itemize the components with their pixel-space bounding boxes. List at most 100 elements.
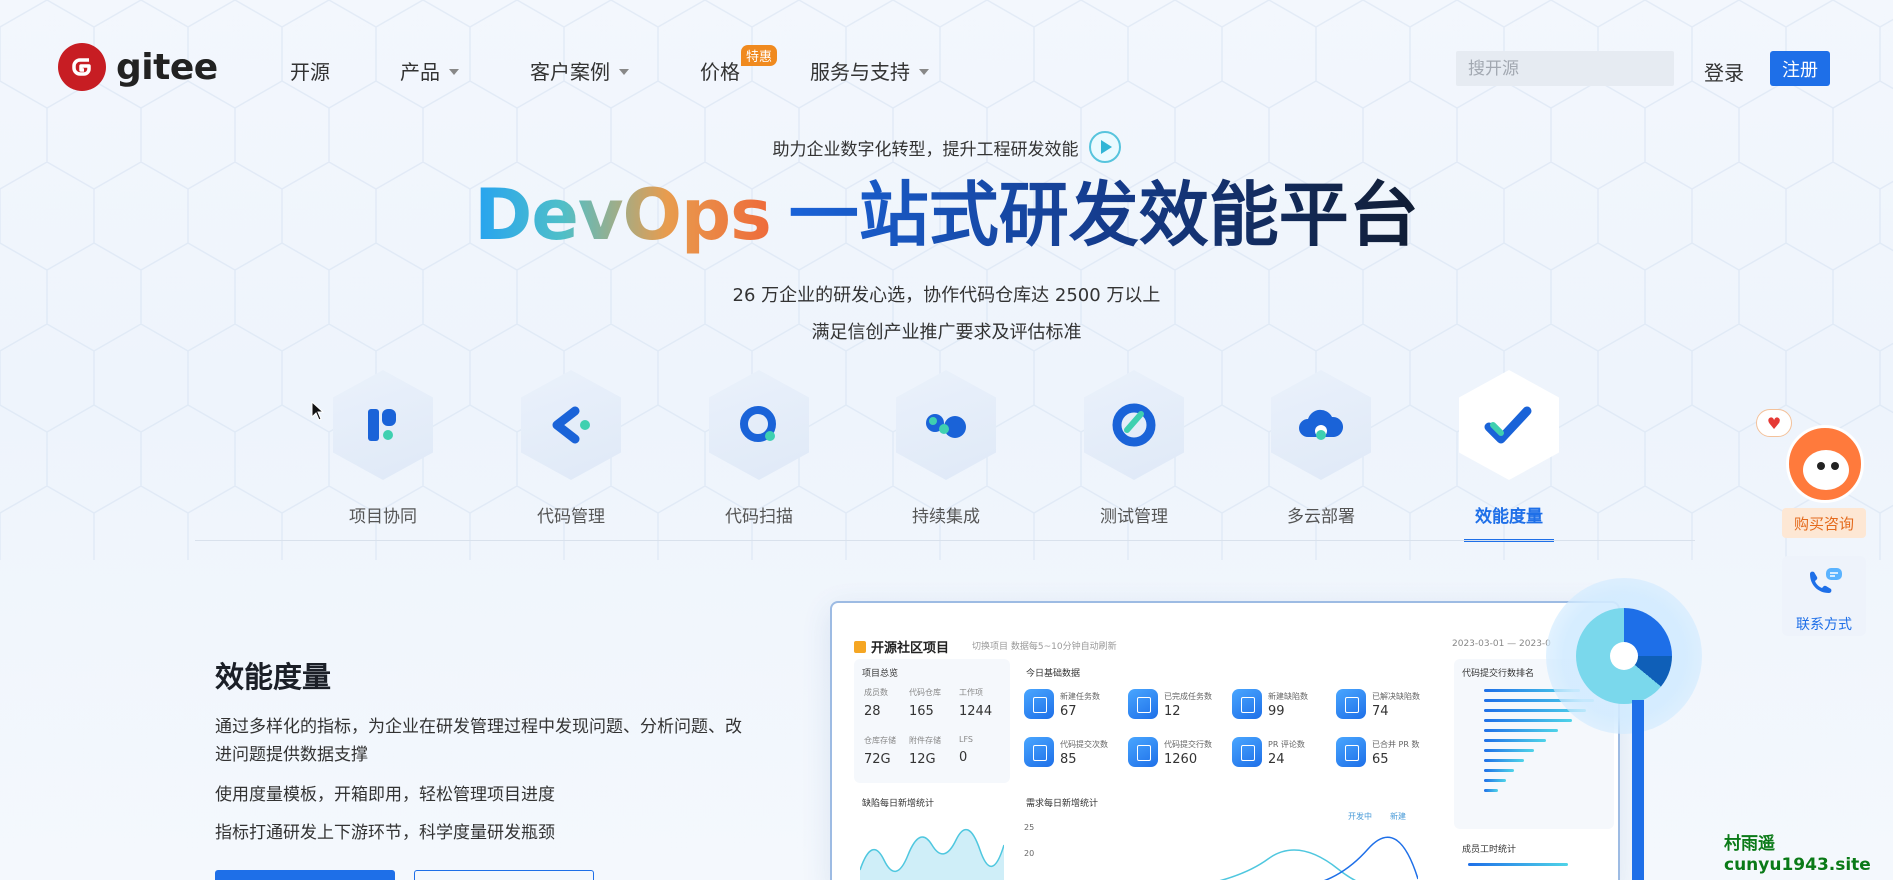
overview-stat: LFS 0: [959, 735, 973, 765]
today-data-panel: 今日基础数据 新建任务数 67 已完成任务数 12 新建缺陷数 99 已解决缺陷…: [1018, 659, 1426, 783]
pie-chart: [1576, 608, 1672, 704]
feature-title: 效能度量: [215, 660, 332, 694]
stat-label: 代码提交行数: [1164, 740, 1212, 749]
project-collab-icon: [333, 370, 433, 480]
hero-headline: DevOps 一站式研发效能平台: [0, 170, 1893, 260]
stat-value: 1260: [1164, 752, 1198, 767]
stat-icon: [1232, 689, 1262, 719]
nav-item-open-source[interactable]: 开源: [290, 56, 330, 85]
chevron-down-icon: [449, 68, 459, 75]
top-navigation: gitee 开源 产品 客户案例 价格 特惠 服务与支持 登录 注册: [0, 0, 1893, 140]
search-input[interactable]: [1456, 51, 1674, 86]
rank-bar: [1484, 729, 1558, 732]
secondary-cta-button[interactable]: [414, 870, 594, 880]
contact-widget[interactable]: 联系方式: [1782, 556, 1866, 636]
demand-chart-title: 需求每日新增统计: [1026, 799, 1099, 809]
tab-label: 测试管理: [1100, 507, 1168, 527]
feature-description: 通过多样化的指标，为企业在研发管理过程中发现问题、分析问题、改进问题提供数据支撑: [215, 717, 742, 765]
tab-code-management[interactable]: 代码管理: [496, 370, 646, 542]
overview-title: 项目总览: [862, 669, 899, 679]
consult-label[interactable]: 购买咨询: [1782, 508, 1866, 538]
rank-title: 代码提交行数排名: [1462, 669, 1535, 679]
stat-label: 已合并 PR 数: [1372, 740, 1420, 749]
legend-item: 新建: [1390, 812, 1406, 821]
nav-label: 价格: [700, 60, 740, 84]
chevron-down-icon: [619, 68, 629, 75]
play-video-icon[interactable]: [1088, 131, 1121, 163]
rank-bar: [1484, 759, 1524, 762]
phone-chat-icon: [1810, 568, 1842, 593]
rank-bar: [1484, 749, 1534, 752]
hero-subtitle-line1: 26 万企业的研发心选，协作代码仓库达 2500 万以上: [732, 285, 1161, 306]
nav-item-service-support[interactable]: 服务与支持: [810, 56, 929, 85]
stat-value: 65: [1372, 752, 1389, 767]
nav-item-pricing[interactable]: 价格 特惠: [700, 45, 778, 85]
tab-label: 项目协同: [349, 507, 417, 527]
stat-value: 24: [1268, 752, 1285, 767]
dashboard-date-range: 2023-03-01 — 2023-0: [1452, 639, 1551, 649]
overview-stat: 附件存储 12G: [909, 736, 941, 767]
stat-icon: [1128, 737, 1158, 767]
nav-item-customer-cases[interactable]: 客户案例: [530, 56, 629, 85]
watermark: 村雨遥 cunyu1943.site: [1724, 834, 1871, 876]
tab-efficiency-metrics[interactable]: 效能度量: [1434, 370, 1584, 542]
tab-label: 持续集成: [912, 507, 980, 527]
member-chart-title: 成员工时统计: [1462, 845, 1517, 855]
stat-value: 67: [1060, 704, 1077, 719]
bug-daily-chart: 缺陷每日新增统计: [854, 789, 1010, 880]
stat-icon: [1024, 689, 1054, 719]
stat-value: 85: [1060, 752, 1077, 767]
tab-continuous-integration[interactable]: 持续集成: [871, 370, 1021, 542]
primary-cta-button[interactable]: [215, 870, 395, 880]
stat-label: 新建任务数: [1060, 692, 1100, 701]
tab-multi-cloud[interactable]: 多云部署: [1246, 370, 1396, 542]
test-management-icon: [1084, 370, 1184, 480]
tagline-text: 助力企业数字化转型，提升工程研发效能: [772, 139, 1079, 160]
overview-stat: 成员数 28: [864, 688, 888, 719]
y-tick: 20: [1024, 849, 1035, 858]
login-link[interactable]: 登录: [1704, 57, 1744, 86]
promo-badge: 特惠: [741, 45, 778, 66]
hero-tagline: 助力企业数字化转型，提升工程研发效能: [0, 131, 1893, 163]
logo-text: gitee: [116, 46, 218, 88]
code-management-icon: [521, 370, 621, 480]
tab-test-management[interactable]: 测试管理: [1059, 370, 1209, 542]
chevron-down-icon: [919, 68, 929, 75]
stat-label: 代码提交次数: [1060, 740, 1108, 749]
watermark-line1: 村雨遥: [1724, 834, 1775, 854]
tab-label: 代码管理: [537, 507, 605, 527]
stat-icon: [1336, 689, 1366, 719]
feature-point-2: 指标打通研发上下游环节，科学度量研发瓶颈: [215, 823, 555, 843]
nav-item-products[interactable]: 产品: [400, 56, 459, 85]
y-tick: 25: [1024, 823, 1035, 832]
project-title-text: 开源社区项目: [871, 641, 950, 656]
tab-code-scan[interactable]: 代码扫描: [684, 370, 834, 542]
rank-bar: [1484, 789, 1498, 792]
stat-icon: [1024, 737, 1054, 767]
stat-value: 12: [1164, 704, 1181, 719]
multi-cloud-icon: [1271, 370, 1371, 480]
register-button[interactable]: 注册: [1770, 51, 1830, 86]
overview-stat: 代码仓库 165: [909, 688, 941, 719]
tab-label: 效能度量: [1475, 507, 1543, 527]
rank-bar: [1484, 739, 1546, 742]
nav-label: 开源: [290, 60, 330, 84]
bug-area-chart: [860, 828, 1004, 880]
efficiency-metrics-icon: [1459, 370, 1559, 480]
tab-project-collab[interactable]: 项目协同: [308, 370, 458, 542]
project-icon: [854, 640, 866, 653]
rank-bar: [1468, 863, 1568, 866]
stat-icon: [1232, 737, 1262, 767]
mascot-avatar: [1786, 425, 1864, 503]
rank-bar: [1484, 769, 1514, 772]
headline-text: 一站式研发效能平台: [788, 174, 1419, 256]
nav-label: 服务与支持: [810, 60, 910, 84]
dashboard-project-title: 开源社区项目: [854, 637, 949, 656]
dashboard-toolbar-text: 切换项目 数据每5~10分钟自动刷新: [972, 642, 1117, 652]
stat-label: 已完成任务数: [1164, 692, 1212, 701]
overview-stat: 工作项 1244: [959, 688, 993, 719]
overview-panel: 项目总览 成员数 28 代码仓库 165 工作项 1244 仓库存储 72G 附件存储 1…: [854, 659, 1010, 783]
stat-label: PR 评论数: [1268, 740, 1305, 749]
gitee-logo[interactable]: gitee: [58, 43, 218, 91]
nav-label: 客户案例: [530, 60, 610, 84]
